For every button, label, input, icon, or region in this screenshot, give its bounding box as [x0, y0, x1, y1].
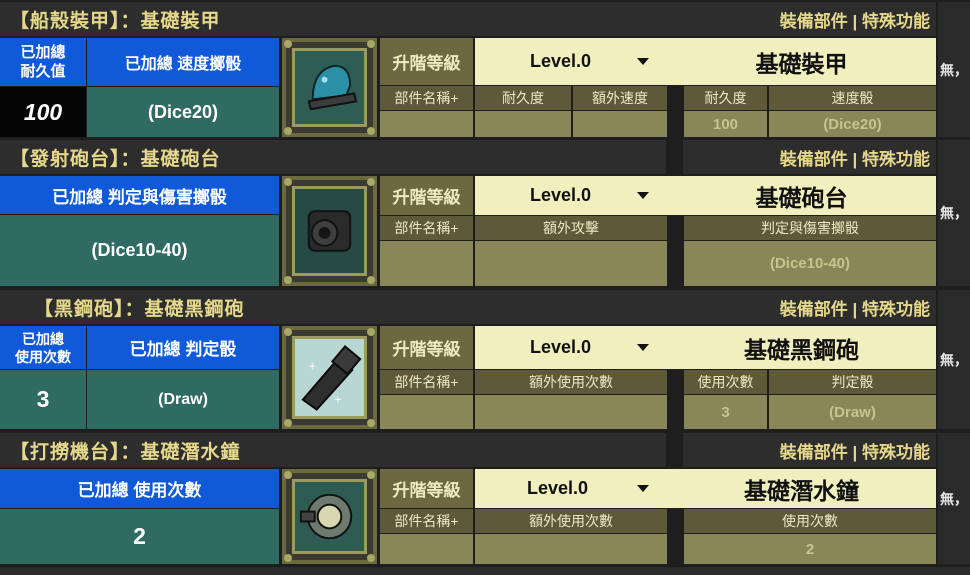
- part-name-plus-header: 部件名稱+: [380, 370, 473, 394]
- extra-uses-header: 額外使用次數: [475, 509, 667, 533]
- part-icon-frame[interactable]: [282, 176, 377, 286]
- uses-stat-header: 使用次數: [684, 509, 936, 533]
- extra-speed-input[interactable]: [573, 111, 667, 137]
- upgrade-level-label: 升階等級: [380, 38, 473, 85]
- total-hit-damage-dice-label: 已加總 判定與傷害擲骰: [0, 176, 279, 214]
- level-select[interactable]: Level.0: [475, 176, 667, 215]
- special-function-text: 無，: [938, 290, 970, 429]
- equip-special-links[interactable]: 裝備部件 | 特殊功能: [683, 140, 936, 174]
- section-title: 【打撈機台】：基礎潛水鐘: [0, 433, 666, 467]
- part-name-display: 基礎砲台: [667, 176, 936, 215]
- svg-text:+: +: [334, 393, 341, 407]
- level-select[interactable]: Level.0: [475, 469, 667, 508]
- special-function-text: 無，: [938, 2, 970, 137]
- svg-text:+: +: [309, 359, 316, 373]
- part-name-display: 基礎潛水鐘: [667, 469, 936, 508]
- upgrade-level-label: 升階等級: [380, 326, 473, 369]
- total-uses-label: 已加總 使用次數: [0, 326, 86, 369]
- extra-attack-header: 額外攻擊: [475, 216, 667, 240]
- hit-damage-dice-stat-header: 判定與傷害擲骰: [684, 216, 936, 240]
- total-uses-value: 3: [0, 370, 86, 429]
- equip-special-links[interactable]: 裝備部件 | 特殊功能: [683, 433, 936, 467]
- extra-uses-header: 額外使用次數: [475, 370, 667, 394]
- extra-attack-input[interactable]: [475, 241, 667, 286]
- chevron-down-icon: [637, 58, 649, 65]
- hit-dice-stat-header: 判定骰: [769, 370, 936, 394]
- black-steel-cannon-icon: + +: [292, 336, 367, 419]
- hit-dice-stat-value: (Draw): [769, 395, 936, 429]
- durability-header: 耐久度: [475, 86, 571, 110]
- total-hit-dice-value: (Draw): [87, 370, 279, 429]
- part-name-display: 基礎裝甲: [667, 38, 936, 85]
- upgrade-level-label: 升階等級: [380, 469, 473, 508]
- special-function-text: 無，: [938, 140, 970, 286]
- total-speed-dice-value: (Dice20): [87, 87, 279, 137]
- speed-dice-stat-header: 速度骰: [769, 86, 936, 110]
- level-value: Level.0: [527, 478, 589, 498]
- chevron-down-icon: [637, 344, 649, 351]
- level-value: Level.0: [530, 185, 592, 205]
- level-value: Level.0: [530, 337, 592, 357]
- hit-damage-dice-stat-value: (Dice10-40): [684, 241, 936, 286]
- upgrade-level-label: 升階等級: [380, 176, 473, 215]
- cannon-icon: [292, 186, 367, 276]
- uses-stat-value: 3: [684, 395, 767, 429]
- part-icon-frame[interactable]: [282, 469, 377, 564]
- section-title: 【船殼裝甲】：基礎裝甲: [0, 2, 666, 36]
- durability-stat-value: 100: [684, 111, 767, 137]
- part-name-plus-header: 部件名稱+: [380, 86, 473, 110]
- section-title: 【發射砲台】：基礎砲台: [0, 140, 666, 174]
- level-select[interactable]: Level.0: [475, 326, 667, 369]
- part-icon-frame[interactable]: + +: [282, 326, 377, 429]
- extra-uses-input[interactable]: [475, 395, 667, 429]
- chevron-down-icon: [637, 485, 649, 492]
- bottom-strip: [0, 567, 970, 575]
- section-title: 【黑鋼砲】：基礎黑鋼砲: [0, 290, 666, 324]
- total-uses-value: 2: [0, 509, 279, 564]
- chevron-down-icon: [637, 192, 649, 199]
- special-function-text: 無，: [938, 433, 970, 564]
- total-durability-label: 已加總 耐久值: [0, 38, 86, 86]
- uses-stat-header: 使用次數: [684, 370, 767, 394]
- total-hit-dice-label: 已加總 判定骰: [87, 326, 279, 369]
- equip-special-links[interactable]: 裝備部件 | 特殊功能: [666, 2, 936, 36]
- uses-stat-value: 2: [684, 534, 936, 564]
- total-durability-value: 100: [0, 87, 86, 137]
- speed-dice-stat-value: (Dice20): [769, 111, 936, 137]
- level-select[interactable]: Level.0: [475, 38, 667, 85]
- part-name-plus-input[interactable]: [380, 534, 473, 564]
- armor-helmet-icon: [292, 48, 367, 127]
- part-name-plus-input[interactable]: [380, 111, 473, 137]
- part-name-plus-input[interactable]: [380, 241, 473, 286]
- total-hit-damage-dice-value: (Dice10-40): [0, 215, 279, 286]
- equip-special-links[interactable]: 裝備部件 | 特殊功能: [666, 290, 936, 324]
- extra-uses-input[interactable]: [475, 534, 667, 564]
- level-value: Level.0: [530, 51, 592, 71]
- extra-speed-header: 額外速度: [573, 86, 667, 110]
- total-speed-dice-label: 已加總 速度擲骰: [87, 38, 279, 86]
- part-name-plus-header: 部件名稱+: [380, 216, 473, 240]
- part-icon-frame[interactable]: [282, 38, 377, 137]
- total-uses-label: 已加總 使用次數: [0, 469, 279, 508]
- part-name-display: 基礎黑鋼砲: [667, 326, 936, 369]
- durability-stat-header: 耐久度: [684, 86, 767, 110]
- part-name-plus-header: 部件名稱+: [380, 509, 473, 533]
- durability-input[interactable]: [475, 111, 571, 137]
- part-name-plus-input[interactable]: [380, 395, 473, 429]
- diving-bell-icon: [292, 479, 367, 554]
